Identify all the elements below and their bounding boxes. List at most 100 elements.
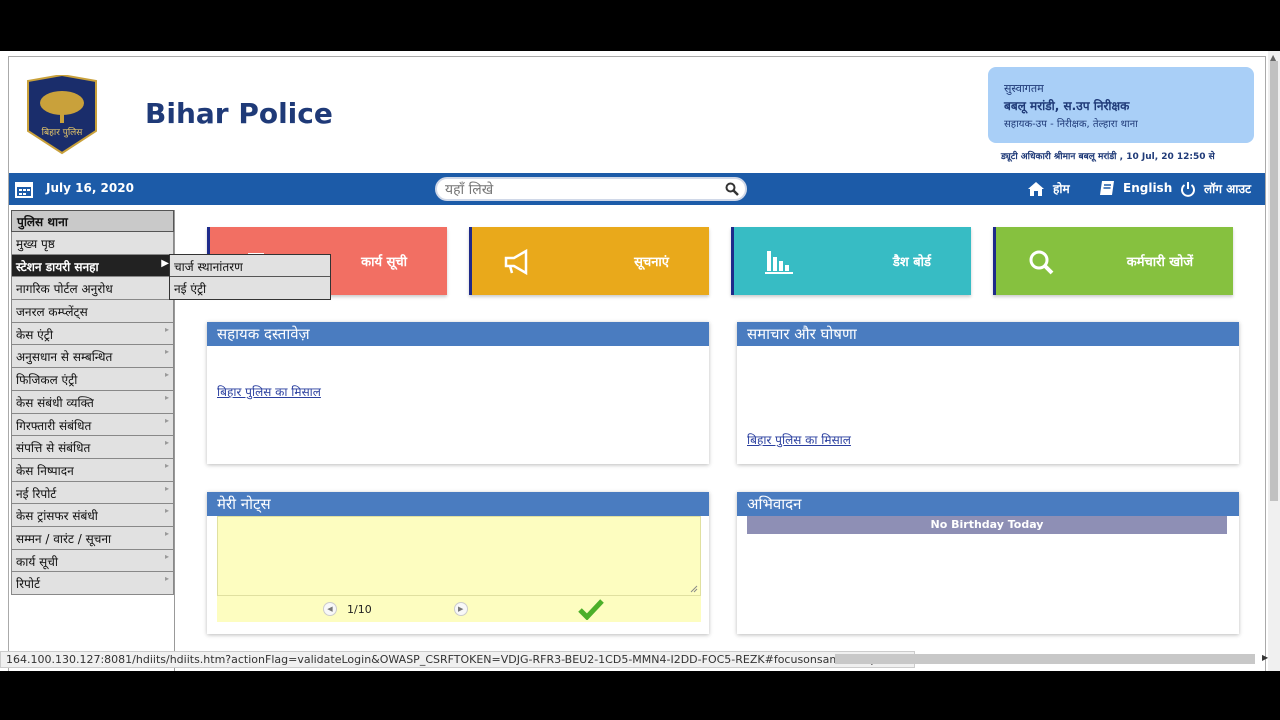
sidebar-item-case-transfer[interactable]: केस ट्रांसफर संबंधी ▸ xyxy=(11,504,174,527)
tile-notifications[interactable]: सूचनाएं xyxy=(469,227,709,295)
top-navbar: July 16, 2020 होम English लॉग आउट xyxy=(9,173,1265,205)
notes-textarea[interactable] xyxy=(217,516,701,596)
submenu-item-new-entry[interactable]: नई एंट्री xyxy=(170,277,330,299)
duty-officer-text: ड्यूटी अधिकारी श्रीमान बबलू मरांडी , 10 … xyxy=(1001,152,1215,162)
sidebar-item-summons[interactable]: सम्मन / वारंट / सूचना ▸ xyxy=(11,526,174,550)
sidebar-item-general-complaints[interactable]: जनरल कम्प्लेंट्स xyxy=(11,300,174,323)
calendar-icon xyxy=(15,182,33,198)
sidebar-item-label: केस ट्रांसफर संबंधी xyxy=(16,509,98,524)
sidebar-item-label: कार्य सूची xyxy=(16,554,58,569)
chevron-right-icon: ▸ xyxy=(164,438,169,448)
tile-label: कार्य सूची xyxy=(361,255,407,270)
search-icon xyxy=(1029,250,1054,275)
resize-handle-icon[interactable] xyxy=(690,585,698,593)
news-link[interactable]: बिहार पुलिस का मिसाल xyxy=(747,431,851,448)
sidebar-item-label: जनरल कम्प्लेंट्स xyxy=(16,305,88,320)
chevron-right-icon: ▸ xyxy=(164,574,169,584)
sidebar-item-label: संपत्ति से संबंधित xyxy=(16,441,91,456)
sidebar-item-label: केस एंट्री xyxy=(16,327,53,342)
home-label: होम xyxy=(1053,182,1070,196)
birthday-banner: No Birthday Today xyxy=(747,516,1227,534)
sidebar-item-task-list[interactable]: कार्य सूची ▸ xyxy=(11,549,174,573)
sidebar-item-label: रिपोर्ट xyxy=(16,577,40,592)
sidebar-item-label: नागरिक पोर्टल अनुरोध xyxy=(16,282,113,297)
documents-link[interactable]: बिहार पुलिस का मिसाल xyxy=(217,383,321,400)
scroll-right-icon[interactable]: ▶ xyxy=(1262,653,1268,662)
next-page-button[interactable]: ▶ xyxy=(453,602,468,616)
sidebar-item-new-report[interactable]: नई रिपोर्ट ▸ xyxy=(11,481,174,505)
chevron-right-icon: ▸ xyxy=(164,551,169,561)
chevron-right-icon: ▸ xyxy=(164,460,169,470)
bihar-police-logo: बिहार पुलिस xyxy=(27,75,97,155)
svg-text:बिहार पुलिस: बिहार पुलिस xyxy=(42,126,84,138)
home-link[interactable]: होम xyxy=(1027,180,1070,197)
welcome-user-name: बबलू मरांडी, स.उप निरीक्षक xyxy=(1004,99,1130,113)
sidebar-item-case-entry[interactable]: केस एंट्री ▸ xyxy=(11,322,174,346)
brand-title: Bihar Police xyxy=(145,97,333,130)
station-diary-submenu: चार्ज स्थानांतरण नई एंट्री xyxy=(169,254,331,300)
prev-page-button[interactable]: ◀ xyxy=(323,602,337,616)
current-date: July 16, 2020 xyxy=(46,181,134,195)
notes-footer: ◀ 1/10 ▶ xyxy=(217,596,701,622)
horizontal-scrollbar[interactable] xyxy=(835,654,1255,664)
chevron-right-icon: ▸ xyxy=(164,506,169,516)
vertical-scrollbar[interactable]: ▲ xyxy=(1268,51,1280,671)
logout-label: लॉग आउट xyxy=(1204,182,1252,196)
sidebar-item-label: मुख्य पृष्ठ xyxy=(16,237,55,251)
sidebar-item-case-disposal[interactable]: केस निष्पादन ▸ xyxy=(11,458,174,482)
logout-link[interactable]: लॉग आउट xyxy=(1180,180,1251,197)
sidebar-item-property[interactable]: संपत्ति से संबंधित ▸ xyxy=(11,436,174,459)
status-url: 164.100.130.127:8081/hdiits/hdiits.htm?a… xyxy=(0,651,916,668)
tile-label: सूचनाएं xyxy=(634,255,669,270)
sidebar-item-label: नई रिपोर्ट xyxy=(16,486,57,501)
tile-employee-search[interactable]: कर्मचारी खोजें xyxy=(993,227,1233,295)
sidebar-item-label: गिरफ्तारी संबंधित xyxy=(16,418,92,433)
sidebar-item-report[interactable]: रिपोर्ट ▸ xyxy=(11,572,174,595)
scrollbar-thumb[interactable] xyxy=(1270,61,1278,501)
sidebar-heading: पुलिस थाना xyxy=(11,210,174,232)
language-link[interactable]: English xyxy=(1099,180,1172,196)
chevron-right-icon: ▸ xyxy=(164,415,169,425)
search-icon[interactable] xyxy=(725,182,739,196)
sidebar-item-physical-entry[interactable]: फिजिकल एंट्री ▸ xyxy=(11,368,174,391)
browser-viewport: बिहार पुलिस Bihar Police सुस्वागतम बबलू … xyxy=(0,51,1280,671)
welcome-user-role: सहायक-उप - निरीक्षक, तेल्हारा थाना xyxy=(1004,119,1138,130)
sidebar-item-label: अनुसधान से सम्बन्धित xyxy=(16,350,113,365)
tile-label: कर्मचारी खोजें xyxy=(1126,255,1193,270)
welcome-greeting: सुस्वागतम xyxy=(1004,82,1044,95)
sidebar-item-label: केस निष्पादन xyxy=(16,463,74,478)
search-box xyxy=(435,177,747,201)
sidebar-item-case-persons[interactable]: केस संबंधी व्यक्ति ▸ xyxy=(11,390,174,414)
sidebar-item-citizen-portal[interactable]: नागरिक पोर्टल अनुरोध xyxy=(11,277,174,301)
chevron-right-icon: ▸ xyxy=(164,392,169,402)
sidebar-item-investigation[interactable]: अनुसधान से सम्बन्धित ▸ xyxy=(11,345,174,369)
page-indicator: 1/10 xyxy=(347,602,372,616)
panel-notes: मेरी नोट्स ◀ 1/10 ▶ xyxy=(207,492,709,634)
chevron-right-icon: ▸ xyxy=(164,528,169,538)
page-header: बिहार पुलिस Bihar Police सुस्वागतम बबलू … xyxy=(9,57,1265,173)
panel-title: सहायक दस्तावेज़ xyxy=(207,322,709,346)
chevron-right-icon: ▸ xyxy=(164,347,169,357)
sidebar-menu: पुलिस थाना मुख्य पृष्ठ स्टेशन डायरी सनहा… xyxy=(11,210,174,595)
megaphone-icon xyxy=(504,248,528,276)
panel-title: अभिवादन xyxy=(737,492,1239,516)
chevron-right-icon: ▸ xyxy=(164,483,169,493)
language-label: English xyxy=(1123,181,1173,195)
save-checkmark-icon[interactable] xyxy=(577,598,605,620)
sidebar-item-label: केस संबंधी व्यक्ति xyxy=(16,395,94,410)
browser-status-bar: 164.100.130.127:8081/hdiits/hdiits.htm?a… xyxy=(0,651,1280,669)
panel-title: समाचार और घोषणा xyxy=(737,322,1239,346)
chevron-right-icon: ▶ xyxy=(161,257,169,269)
submenu-item-charge-transfer[interactable]: चार्ज स्थानांतरण xyxy=(170,255,330,277)
sidebar-item-station-diary[interactable]: स्टेशन डायरी सनहा ▶ xyxy=(11,254,174,278)
search-input[interactable] xyxy=(445,180,715,200)
sidebar-item-arrest[interactable]: गिरफ्तारी संबंधित ▸ xyxy=(11,413,174,437)
sidebar-item-home[interactable]: मुख्य पृष्ठ xyxy=(11,232,174,255)
chevron-right-icon: ▸ xyxy=(164,370,169,380)
panel-title: मेरी नोट्स xyxy=(207,492,709,516)
chevron-right-icon: ▸ xyxy=(164,324,169,334)
tile-dashboard[interactable]: डैश बोर्ड xyxy=(731,227,971,295)
sidebar-item-label: फिजिकल एंट्री xyxy=(16,373,78,388)
page-frame: बिहार पुलिस Bihar Police सुस्वागतम बबलू … xyxy=(8,56,1266,671)
notes-pager: ◀ 1/10 ▶ xyxy=(323,602,468,616)
